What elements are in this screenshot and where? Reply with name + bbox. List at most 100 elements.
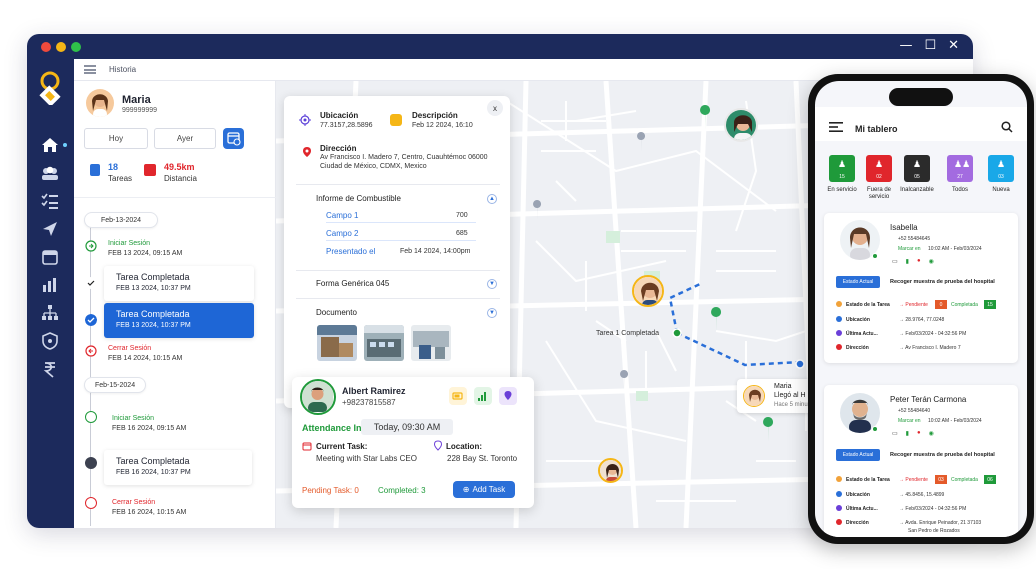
phone-notch (889, 88, 953, 106)
row-label: Estado de la Tarea (846, 477, 890, 483)
timeline-task-card[interactable]: Tarea Completada FEB 16 2024, 10:37 PM (104, 450, 252, 485)
search-icon[interactable] (1001, 121, 1013, 133)
tile-label: Fuera de servicio (866, 187, 891, 200)
address-label: Dirección (320, 144, 357, 153)
address-line1: Av Francisco I. Madero 7, Centro, Cuauht… (320, 154, 488, 161)
direccion-value: Avda. Enrique Peinador, 21 37103 (905, 520, 982, 526)
online-indicator (872, 426, 878, 432)
wifi-icon: ◉ (928, 259, 934, 265)
pending-label: → Pendiente (899, 302, 928, 308)
chevron-down-icon[interactable]: ▼ (487, 308, 497, 318)
employee-avatar (300, 379, 336, 415)
group-icon: ♟♟ (954, 159, 971, 169)
location-icon (836, 491, 842, 497)
current-task-value: Meeting with Star Labs CEO (316, 454, 417, 463)
document-section[interactable]: Documento ▼ (296, 298, 500, 328)
tile-label: En servicio (827, 187, 857, 193)
timeline-time: FEB 14 2024, 10:15 AM (108, 355, 183, 362)
estado-actual-button[interactable]: Estado Actual (836, 449, 880, 461)
document-thumbnail[interactable] (317, 325, 357, 361)
employee-card: Albert Ramirez +98237815587 Attendance I… (292, 377, 534, 508)
pending-count: 0 (935, 300, 947, 309)
location-value: 228 Bay St. Toronto (447, 454, 518, 463)
yesterday-button[interactable]: Ayer (154, 128, 216, 149)
activity-panel: Maria 999999999 Hoy Ayer 18 Tareas 49.5k… (74, 81, 276, 528)
employee-status-card[interactable]: Peter Terán Carmona +52 55484640 Marcar … (824, 385, 1018, 537)
timeline-task-card-selected[interactable]: Tarea Completada FEB 13 2024, 10:37 PM (104, 303, 254, 338)
menu-icon[interactable] (829, 121, 843, 133)
logout-marker (85, 497, 97, 509)
row-value: → Av Francisco I. Madero 7 (899, 345, 961, 351)
location-icon (433, 440, 443, 451)
timeline-date-text: Feb-15-2024 (95, 381, 136, 389)
ubicacion-value: 45.8456, 15.4899 (905, 492, 945, 498)
completed-label: Completada (951, 477, 978, 483)
document-title: Documento (316, 308, 357, 317)
map-marker-avatar[interactable] (598, 458, 623, 483)
timeline-title: Cerrar Sesión (112, 499, 156, 506)
check-in-time: 10:02 AM - Feb/03/2024 (928, 418, 982, 424)
calendar-icon (302, 442, 312, 451)
employee-status-card[interactable]: Isabella +52 55484645 Marcar en 10:02 AM… (824, 213, 1018, 363)
chevron-up-icon[interactable]: ▲ (487, 194, 497, 204)
check-circle-icon (85, 314, 97, 326)
check-in-label: Marcar en (898, 246, 921, 252)
document-thumbnail[interactable] (364, 325, 404, 361)
add-task-button[interactable]: ⊕ Add Task (453, 481, 515, 498)
generic-form-section[interactable]: Forma Genérica 045 ▼ (296, 270, 500, 298)
tooltip-status: Llegó al H (774, 392, 806, 399)
map-marker-avatar[interactable] (724, 108, 758, 142)
task-detail-popup: x Ubicación 77.3157,28.5896 Descripción … (284, 96, 510, 408)
screenshot-stage: — ☐ ✕ Historia Tarea 1 Completada Maria … (0, 0, 1036, 569)
device-status-icons: ▭ ▮ ● ◉ (892, 258, 934, 265)
attendance-label: Attendance In: (302, 423, 365, 433)
tile-todos[interactable]: ♟♟ 27 (947, 155, 973, 182)
pending-text: Pendiente (905, 302, 928, 308)
profile-avatar (86, 89, 114, 117)
tasks-label: Tareas (108, 174, 133, 183)
row-label: Ubicación (846, 492, 870, 498)
timeline-title: Iniciar Sesión (112, 415, 155, 422)
tile-inalcanzable[interactable]: ♟ 05 (904, 155, 930, 182)
employee-name: Albert Ramirez (342, 386, 406, 396)
estado-actual-button[interactable]: Estado Actual (836, 276, 880, 288)
tile-label: Nueva (992, 187, 1010, 193)
timeline-date: Feb-15-2024 (84, 377, 147, 393)
tooltip-time: Hace 5 minu (774, 402, 808, 408)
completed-count: 15 (984, 300, 996, 309)
task-marker (85, 457, 97, 469)
current-task: Recoger muestra de prueba del hospital (890, 279, 995, 285)
row-value: → Feb/03/2024 - 04:32:56 PM (899, 331, 967, 337)
online-indicator (872, 253, 878, 259)
calendar-button[interactable] (223, 128, 244, 149)
field-underline (326, 240, 476, 241)
tile-en-servicio[interactable]: ♟ 15 (829, 155, 855, 182)
check-in-label: Marcar en (898, 418, 921, 424)
location-pin-icon (499, 387, 517, 405)
person-icon: ♟ (875, 159, 884, 169)
timeline-task-card[interactable]: Tarea Completada FEB 13 2024, 10:37 PM (104, 266, 254, 301)
login-icon (85, 240, 97, 252)
fuel-report-section[interactable]: Informe de Combustible ▲ Campo 1 700 Cam… (296, 184, 500, 268)
map-marker-avatar[interactable] (632, 275, 664, 307)
close-popup-button[interactable]: x (487, 100, 503, 116)
employee-phone: +98237815587 (342, 398, 396, 407)
tile-count: 15 (839, 174, 845, 180)
document-thumbnail[interactable] (411, 325, 451, 361)
tooltip-name: Maria (774, 383, 792, 390)
row-label: Dirección (846, 345, 869, 351)
tile-fuera-servicio[interactable]: ♟ 02 (866, 155, 892, 182)
field-value: 685 (456, 230, 468, 237)
address-line2: Ciudad de México, CDMX, Mexico (320, 163, 427, 170)
tile-nueva[interactable]: ♟ 03 (988, 155, 1014, 182)
row-label: Dirección (846, 520, 869, 526)
description-label: Descripción (412, 111, 458, 120)
row-value: → 45.8456, 15.4899 (899, 492, 945, 498)
timeline-title: Cerrar Sesión (108, 345, 152, 352)
pending-count: 03 (935, 475, 947, 484)
ubicacion-value: 28.9764, 77.0248 (905, 317, 945, 323)
chevron-down-icon[interactable]: ▼ (487, 279, 497, 289)
completed-count: 06 (984, 475, 996, 484)
today-button[interactable]: Hoy (84, 128, 148, 149)
pending-label: → Pendiente (899, 477, 928, 483)
